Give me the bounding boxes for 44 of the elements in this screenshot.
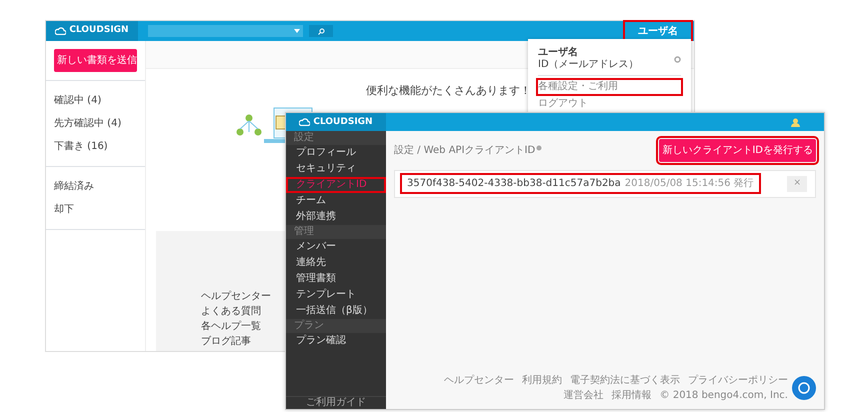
sidebar-item[interactable]: テンプレート (286, 287, 386, 303)
breadcrumb-text: 設定 / Web APIクライアントID (394, 144, 536, 158)
sidebar-item[interactable]: プロフィール (286, 145, 386, 161)
cloud-icon (55, 27, 66, 35)
client-id: 3570f438-5402-4338-bb38-d11c57a7b2ba (407, 177, 621, 192)
sidebar-item[interactable]: 外部連携 (286, 209, 386, 225)
issue-client-id-button[interactable]: 新しいクライアントIDを発行する (659, 139, 816, 162)
help-button-icon[interactable] (792, 376, 816, 400)
sidebar-item[interactable]: 下書き (16) (46, 135, 145, 158)
section-header: 設定 (286, 131, 386, 145)
search-button[interactable] (309, 25, 333, 37)
help-link[interactable]: よくある質問 (201, 304, 261, 319)
sidebar-item[interactable]: チーム (286, 193, 386, 209)
menu-link[interactable]: 各種設定・ご利用 (538, 80, 681, 94)
guide-link[interactable]: ご利用ガイド (286, 396, 386, 409)
sidebar-item[interactable]: セキュリティ (286, 161, 386, 177)
settings-icon[interactable] (674, 56, 681, 62)
menu-link[interactable]: ログアウト (538, 97, 681, 111)
user-name: ユーザ名 (538, 47, 579, 59)
help-center-title: ヘルプセンター (201, 290, 271, 304)
sidebar-item[interactable]: 管理書類 (286, 271, 386, 287)
headline: 便利な機能がたくさんあります！ (366, 83, 531, 99)
section-header: プラン (286, 319, 386, 333)
sidebar-item[interactable]: メンバー (286, 239, 386, 255)
logo-text: CLOUDSIGN (69, 24, 129, 38)
issued-date: 2018/05/08 15:14:56 発行 (624, 177, 754, 192)
help-link[interactable]: ブログ記事 (201, 334, 251, 349)
sidebar-item[interactable]: 先方確認中 (4) (46, 112, 145, 135)
sidebar-item[interactable]: 却下 (46, 198, 145, 221)
search-icon (318, 28, 324, 34)
sidebar-item[interactable]: 連絡先 (286, 255, 386, 271)
sidebar-item[interactable]: プラン確認 (286, 333, 386, 349)
cloud-icon (299, 118, 310, 126)
logo-text: CLOUDSIGN (313, 116, 373, 128)
user-icon[interactable] (791, 118, 800, 126)
section-header: 管理 (286, 225, 386, 239)
new-document-button[interactable]: 新しい書類を送信 (54, 49, 137, 72)
sidebar-item[interactable]: 一括送信（β版） (286, 303, 386, 319)
caret-icon (294, 29, 300, 33)
user-id: ID（メールアドレス） (538, 59, 640, 71)
search-field[interactable] (148, 25, 303, 37)
sidebar-item[interactable]: 確認中 (4) (46, 89, 145, 112)
sidebar-item[interactable]: 締結済み (46, 175, 145, 198)
help-link[interactable]: 各ヘルプ一覧 (201, 319, 261, 334)
